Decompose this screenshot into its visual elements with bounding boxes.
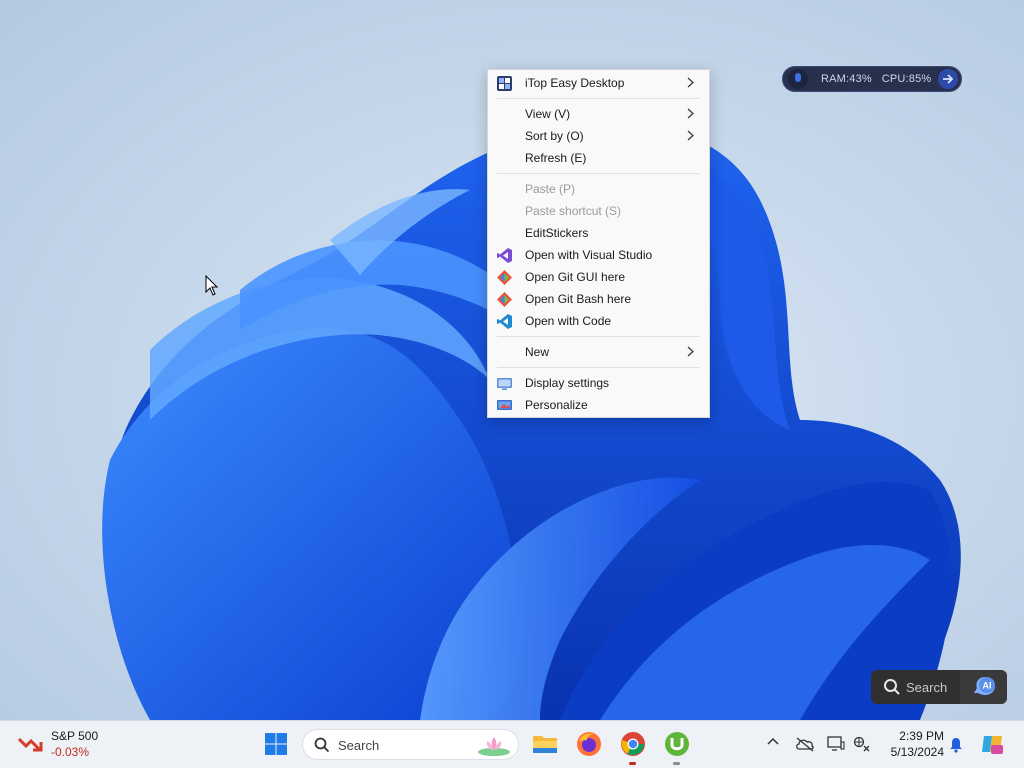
stock-down-icon — [18, 737, 43, 752]
ai-assistant-icon: AI — [974, 677, 995, 695]
menu-item-open-with-visual-studio[interactable]: Open with Visual Studio — [488, 244, 709, 266]
taskbar-firefox[interactable] — [574, 729, 604, 759]
menu-item-label: Open Git Bash here — [525, 292, 632, 306]
taskbar-search-label: Search — [338, 738, 380, 753]
menu-item-paste-shortcut: Paste shortcut (S) — [488, 200, 709, 222]
menu-separator — [497, 173, 700, 174]
onedrive-offline-icon[interactable] — [795, 736, 815, 752]
menu-separator — [497, 367, 700, 368]
chevron-right-icon — [687, 77, 694, 88]
menu-item-itop-easy-desktop[interactable]: iTop Easy Desktop — [488, 72, 709, 94]
menu-item-label: Personalize — [525, 398, 588, 412]
menu-item-open-git-bash[interactable]: Open Git Bash here — [488, 288, 709, 310]
chevron-right-icon — [687, 346, 694, 357]
chevron-up-icon[interactable] — [766, 735, 780, 749]
taskbar-utorrent[interactable] — [662, 729, 692, 765]
running-indicator — [673, 762, 680, 765]
menu-item-label: Open with Visual Studio — [525, 248, 653, 262]
menu-item-label: Refresh (E) — [525, 151, 587, 165]
search-icon — [884, 679, 900, 695]
menu-item-label: EditStickers — [525, 226, 589, 240]
taskbar: S&P 500 -0.03% Search 2:39 PM 5/13/2024 — [0, 720, 1024, 768]
clock-date: 5/13/2024 — [890, 745, 944, 759]
floating-search-label: Search — [906, 680, 948, 695]
desktop-context-menu: iTop Easy Desktop View (V) Sort by (O) R… — [487, 69, 710, 418]
menu-item-open-git-gui[interactable]: Open Git GUI here — [488, 266, 709, 288]
taskbar-file-explorer[interactable] — [530, 729, 560, 759]
menu-item-refresh[interactable]: Refresh (E) — [488, 147, 709, 169]
running-indicator — [629, 762, 636, 765]
menu-separator — [497, 336, 700, 337]
menu-item-label: Display settings — [525, 376, 610, 390]
git-bash-icon — [497, 292, 512, 307]
taskbar-chrome[interactable] — [618, 729, 648, 765]
menu-item-display-settings[interactable]: Display settings — [488, 372, 709, 394]
menu-item-label: Sort by (O) — [525, 129, 584, 143]
performance-widget[interactable]: RAM:43% CPU:85% — [782, 66, 962, 92]
vscode-icon — [497, 314, 512, 329]
notification-bell-icon[interactable] — [949, 737, 963, 753]
mouse-cursor-icon — [205, 275, 219, 296]
menu-item-personalize[interactable]: Personalize — [488, 394, 709, 416]
chevron-right-icon — [687, 108, 694, 119]
floating-search-widget[interactable]: Search AI — [871, 670, 1007, 704]
ram-usage: RAM:43% — [821, 73, 872, 85]
utorrent-icon — [665, 732, 689, 756]
display-icon[interactable] — [827, 736, 845, 752]
arrow-right-icon[interactable] — [938, 69, 958, 89]
firefox-icon — [577, 732, 601, 756]
copilot-icon[interactable] — [980, 732, 1004, 756]
ai-button[interactable]: AI — [960, 670, 1007, 704]
menu-item-label: Paste shortcut (S) — [525, 204, 622, 218]
chrome-icon — [621, 732, 645, 756]
itop-easy-desktop-icon — [497, 76, 512, 91]
chevron-right-icon — [687, 130, 694, 141]
visual-studio-icon — [497, 248, 512, 263]
network-icon[interactable] — [853, 736, 871, 752]
stock-change: -0.03% — [51, 745, 90, 759]
git-gui-icon — [497, 270, 512, 285]
search-icon — [314, 737, 330, 753]
menu-item-label: New — [525, 345, 550, 359]
clock-time: 2:39 PM — [899, 729, 944, 743]
stock-name: S&P 500 — [51, 729, 99, 743]
menu-item-label: Open with Code — [525, 314, 612, 328]
display-settings-icon — [497, 376, 512, 391]
menu-item-view[interactable]: View (V) — [488, 103, 709, 125]
menu-item-new[interactable]: New — [488, 341, 709, 363]
windows-start-icon — [265, 733, 287, 755]
personalize-icon — [497, 398, 512, 413]
menu-item-label: Paste (P) — [525, 182, 576, 196]
file-explorer-icon — [533, 736, 557, 753]
menu-item-label: Open Git GUI here — [525, 270, 626, 284]
menu-item-editstickers[interactable]: EditStickers — [488, 222, 709, 244]
start-button[interactable] — [261, 729, 291, 759]
menu-item-sort-by[interactable]: Sort by (O) — [488, 125, 709, 147]
menu-item-label: View (V) — [525, 107, 571, 121]
search-highlight-lotus-icon — [478, 737, 510, 756]
menu-item-open-with-code[interactable]: Open with Code — [488, 310, 709, 332]
taskbar-search[interactable]: Search — [302, 729, 519, 760]
ai-badge: AI — [983, 681, 992, 691]
cpu-usage: CPU:85% — [881, 73, 932, 85]
menu-item-label: iTop Easy Desktop — [525, 76, 625, 90]
menu-item-paste: Paste (P) — [488, 178, 709, 200]
microphone-icon[interactable] — [788, 69, 808, 89]
perf-stats: RAM:43% CPU:85% — [821, 73, 931, 85]
menu-separator — [497, 98, 700, 99]
system-clock[interactable]: 2:39 PM 5/13/2024 — [880, 728, 944, 760]
